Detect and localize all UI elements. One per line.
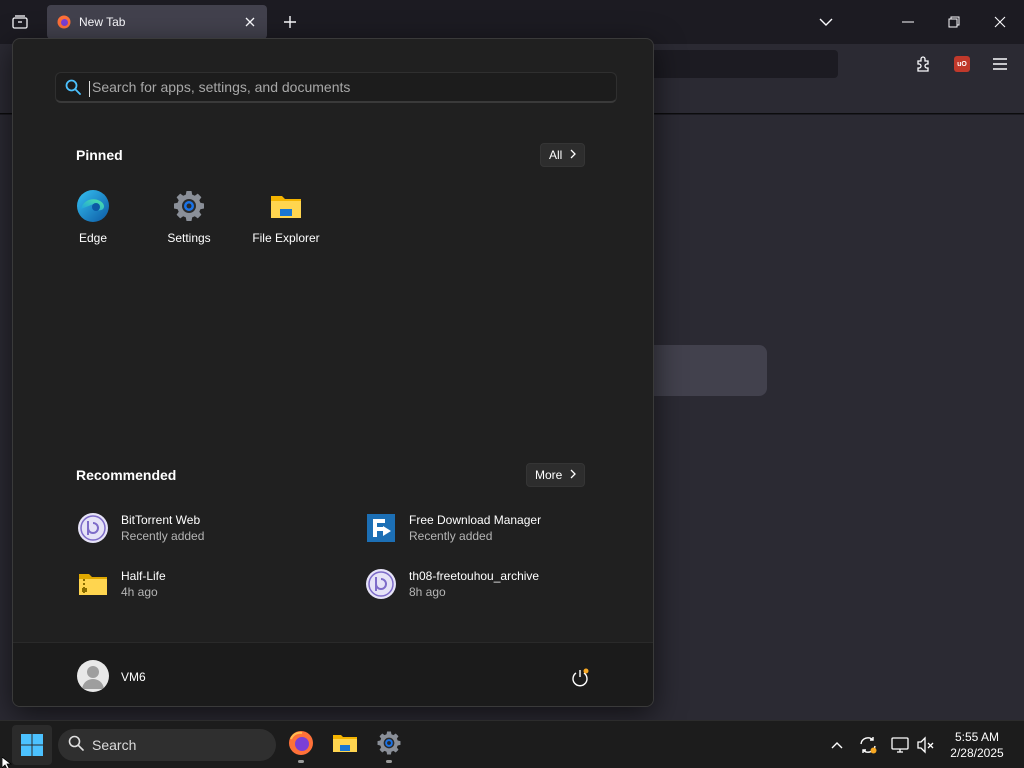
browser-tab[interactable]: New Tab xyxy=(47,5,267,39)
recommended-item[interactable]: th08-freetouhou_archive 8h ago xyxy=(365,564,635,604)
bittorrent-icon xyxy=(365,568,397,600)
pinned-app-file-explorer[interactable]: File Explorer xyxy=(238,189,334,259)
mouse-cursor-icon xyxy=(1,756,13,768)
taskbar-search[interactable]: Search xyxy=(58,729,276,761)
running-indicator xyxy=(298,760,304,763)
recommended-item[interactable]: Half-Life 4h ago xyxy=(77,564,347,604)
running-indicator xyxy=(386,760,392,763)
chevron-right-icon xyxy=(570,468,577,482)
power-icon[interactable] xyxy=(569,667,591,689)
recommended-subtitle: Recently added xyxy=(121,529,205,543)
recommended-name: Free Download Manager xyxy=(409,513,542,527)
hamburger-menu-icon[interactable] xyxy=(990,54,1010,74)
more-button[interactable]: More xyxy=(526,463,586,487)
chevron-right-icon xyxy=(570,148,577,162)
pinned-app-edge[interactable]: Edge xyxy=(45,189,141,259)
firefox-icon xyxy=(288,730,314,761)
recommended-title: Recommended xyxy=(76,467,177,483)
clock-time: 5:55 AM xyxy=(954,730,1000,744)
bittorrent-icon xyxy=(77,512,109,544)
pinned-app-settings[interactable]: Settings xyxy=(141,189,237,259)
recommended-subtitle: 8h ago xyxy=(409,585,446,599)
all-apps-label: All xyxy=(549,148,563,162)
new-tab-plus-icon[interactable] xyxy=(280,12,300,32)
edge-icon xyxy=(76,189,110,223)
network-icon[interactable] xyxy=(890,735,910,755)
taskbar-settings[interactable] xyxy=(369,725,409,765)
recommended-name: th08-freetouhou_archive xyxy=(409,569,540,583)
minimize-icon[interactable] xyxy=(894,8,922,36)
url-bar[interactable] xyxy=(640,50,838,78)
ublock-origin-icon[interactable]: uO xyxy=(952,54,972,74)
extensions-puzzle-icon[interactable] xyxy=(914,54,934,74)
chevron-up-icon[interactable] xyxy=(827,735,847,755)
pinned-app-label: Edge xyxy=(78,231,108,245)
zip-folder-icon xyxy=(77,568,109,600)
pinned-app-label: File Explorer xyxy=(252,231,320,245)
newtab-search-box[interactable] xyxy=(640,345,767,396)
start-menu: Pinned All Edge Settings xyxy=(12,38,654,707)
start-search-box[interactable] xyxy=(55,72,617,103)
start-footer: VM6 xyxy=(13,642,653,706)
start-search-input[interactable] xyxy=(92,79,616,95)
taskbar-search-label: Search xyxy=(92,737,137,753)
close-window-icon[interactable] xyxy=(986,8,1014,36)
restore-icon[interactable] xyxy=(940,8,968,36)
search-icon xyxy=(64,78,82,96)
volume-muted-icon[interactable] xyxy=(916,735,936,755)
sync-update-icon[interactable] xyxy=(858,735,878,755)
recommended-name: Half-Life xyxy=(121,569,166,583)
taskbar-clock[interactable]: 5:55 AM 2/28/2025 xyxy=(944,729,1010,761)
pinned-app-label: Settings xyxy=(167,231,211,245)
taskbar-file-explorer[interactable] xyxy=(325,725,365,765)
recommended-subtitle: 4h ago xyxy=(121,585,158,599)
chevron-down-icon[interactable] xyxy=(816,12,836,32)
pinned-title: Pinned xyxy=(76,147,123,163)
folder-icon xyxy=(269,189,303,223)
recommended-item[interactable]: Free Download Manager Recently added xyxy=(365,508,635,548)
recommended-item[interactable]: BitTorrent Web Recently added xyxy=(77,508,347,548)
tab-list-icon[interactable] xyxy=(8,10,32,34)
user-avatar-icon[interactable] xyxy=(77,660,109,692)
firefox-icon xyxy=(57,15,71,29)
recommended-name: BitTorrent Web xyxy=(121,513,201,527)
taskbar-firefox[interactable] xyxy=(281,725,321,765)
text-caret xyxy=(89,81,90,97)
windows-start-icon[interactable] xyxy=(12,725,52,765)
settings-gear-icon xyxy=(172,189,206,223)
search-icon xyxy=(68,735,84,756)
settings-gear-icon xyxy=(376,730,402,761)
folder-icon xyxy=(332,730,358,761)
fdm-icon xyxy=(365,512,397,544)
tab-title: New Tab xyxy=(79,15,126,29)
more-label: More xyxy=(535,468,563,482)
clock-date: 2/28/2025 xyxy=(950,746,1004,760)
recommended-subtitle: Recently added xyxy=(409,529,493,543)
tab-close-icon[interactable] xyxy=(243,15,257,29)
all-apps-button[interactable]: All xyxy=(540,143,586,167)
taskbar: Search 5:55 AM 2/28/2025 xyxy=(0,720,1024,768)
user-name[interactable]: VM6 xyxy=(121,670,146,684)
